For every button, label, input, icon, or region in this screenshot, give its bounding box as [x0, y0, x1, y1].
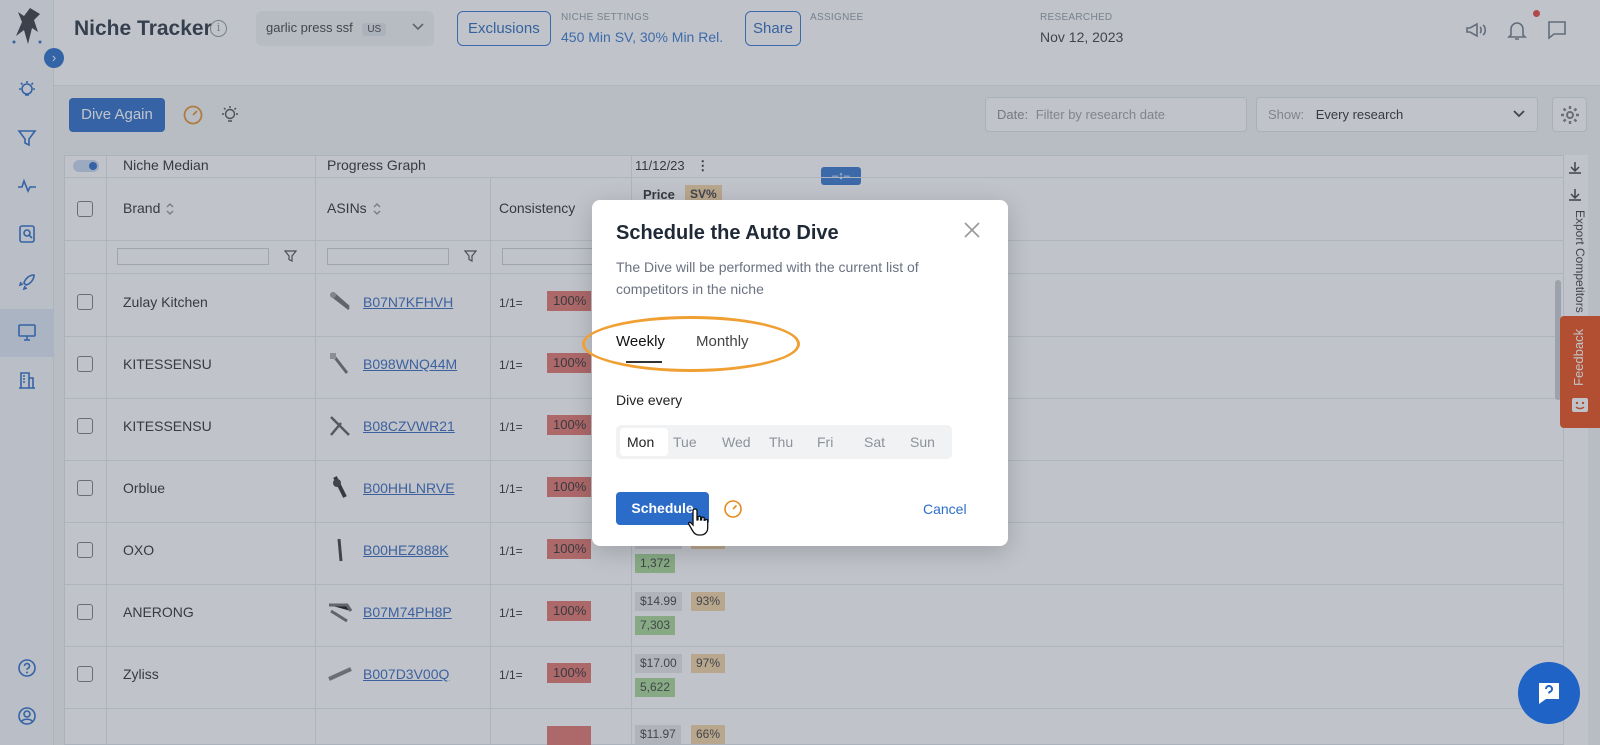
- day-fri[interactable]: Fri: [817, 434, 833, 450]
- chat-help-icon: [1534, 678, 1564, 708]
- cancel-button[interactable]: Cancel: [923, 501, 967, 517]
- active-tab-indicator: [626, 361, 662, 363]
- dialog-description: The Dive will be performed with the curr…: [616, 259, 919, 297]
- day-wed[interactable]: Wed: [722, 434, 751, 450]
- tab-monthly[interactable]: Monthly: [696, 333, 749, 350]
- day-mon[interactable]: Mon: [627, 434, 654, 450]
- hand-cursor-icon: [686, 506, 712, 538]
- close-icon[interactable]: [962, 220, 982, 240]
- support-chat-button[interactable]: [1518, 662, 1580, 724]
- day-selector: Mon Tue Wed Thu Fri Sat Sun: [616, 425, 952, 459]
- dive-every-label: Dive every: [616, 392, 683, 408]
- dialog-title: Schedule the Auto Dive: [616, 222, 839, 244]
- tab-highlight-annotation: [582, 316, 800, 372]
- schedule-dialog: Schedule the Auto Dive The Dive will be …: [582, 200, 1008, 546]
- day-sat[interactable]: Sat: [864, 434, 885, 450]
- tab-weekly[interactable]: Weekly: [616, 333, 665, 350]
- day-sun[interactable]: Sun: [910, 434, 935, 450]
- timer-icon: [723, 499, 743, 519]
- day-thu[interactable]: Thu: [769, 434, 793, 450]
- day-tue[interactable]: Tue: [673, 434, 697, 450]
